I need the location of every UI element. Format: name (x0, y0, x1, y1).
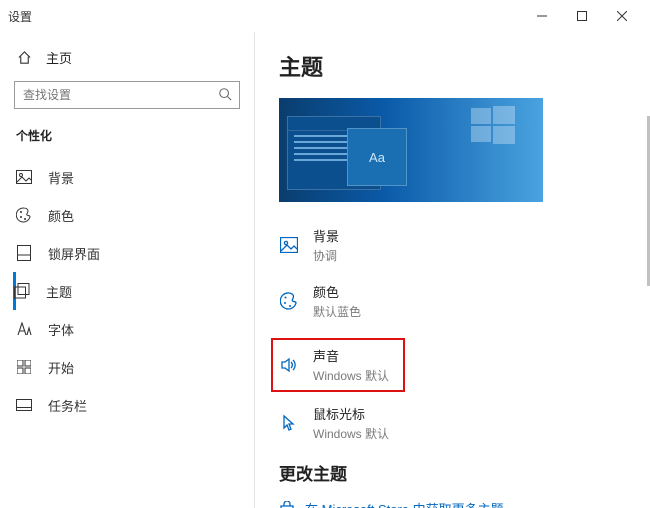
search-input[interactable] (14, 81, 240, 109)
option-background[interactable]: 背景协调 (279, 226, 650, 264)
taskbar-icon (16, 399, 32, 411)
sidebar-item-label: 任务栏 (48, 396, 87, 415)
cursor-icon (279, 414, 299, 432)
close-button[interactable] (602, 0, 642, 32)
main-content: 主题 Aa 背景协调 颜色默认蓝色 声音Windows 默认 鼠标光标Windo (255, 32, 650, 508)
window-controls (522, 0, 642, 32)
preview-accent: Aa (347, 128, 407, 186)
theme-preview[interactable]: Aa (279, 98, 543, 202)
sidebar-item-taskbar[interactable]: 任务栏 (14, 386, 254, 424)
option-cursor[interactable]: 鼠标光标 Windows 默认 (279, 404, 650, 442)
option-sub: Windows 默认 (313, 367, 389, 384)
sidebar-item-label: 开始 (48, 358, 74, 377)
option-sub: 协调 (313, 247, 339, 264)
option-title: 背景 (313, 226, 339, 245)
sidebar-item-label: 字体 (48, 320, 74, 339)
option-colors[interactable]: 颜色默认蓝色 (279, 282, 650, 320)
lockscreen-icon (16, 245, 32, 261)
option-sub: Windows 默认 (313, 425, 389, 442)
palette-icon (16, 207, 32, 223)
change-theme-heading: 更改主题 (279, 460, 650, 485)
sidebar: 主页 个性化 背景 颜色 锁屏界面 主题 字体 开始 (0, 32, 255, 508)
sidebar-item-themes[interactable]: 主题 (13, 272, 254, 310)
sidebar-item-lockscreen[interactable]: 锁屏界面 (14, 234, 254, 272)
option-title: 鼠标光标 (313, 404, 389, 423)
store-link[interactable]: 在 Microsoft Store 中获取更多主题 (279, 499, 650, 508)
font-icon (16, 322, 32, 336)
picture-icon (16, 170, 32, 184)
home-label: 主页 (46, 48, 72, 67)
start-icon (16, 360, 32, 374)
store-link-label: 在 Microsoft Store 中获取更多主题 (305, 499, 504, 508)
minimize-button[interactable] (522, 0, 562, 32)
titlebar: 设置 (0, 0, 650, 32)
home-link[interactable]: 主页 (14, 44, 254, 81)
section-title: 个性化 (14, 127, 254, 144)
option-title: 颜色 (313, 282, 361, 301)
option-sub: 默认蓝色 (313, 303, 361, 320)
sidebar-item-fonts[interactable]: 字体 (14, 310, 254, 348)
palette-icon (279, 292, 299, 310)
store-icon (279, 501, 295, 508)
option-title: 声音 (313, 346, 389, 365)
option-sounds[interactable]: 声音 Windows 默认 (271, 338, 405, 392)
maximize-button[interactable] (562, 0, 602, 32)
search-icon (218, 87, 232, 101)
app-title: 设置 (8, 8, 522, 25)
sidebar-item-colors[interactable]: 颜色 (14, 196, 254, 234)
sidebar-item-label: 颜色 (48, 206, 74, 225)
page-title: 主题 (279, 50, 650, 82)
theme-icon (14, 283, 30, 299)
picture-icon (279, 237, 299, 253)
search-field[interactable] (14, 81, 240, 109)
windows-logo-icon (471, 106, 515, 144)
home-icon (16, 50, 32, 65)
sidebar-item-background[interactable]: 背景 (14, 158, 254, 196)
sound-icon (279, 356, 299, 374)
sidebar-item-label: 背景 (48, 168, 74, 187)
sidebar-item-label: 锁屏界面 (48, 244, 100, 263)
sidebar-item-start[interactable]: 开始 (14, 348, 254, 386)
sidebar-item-label: 主题 (46, 282, 72, 301)
